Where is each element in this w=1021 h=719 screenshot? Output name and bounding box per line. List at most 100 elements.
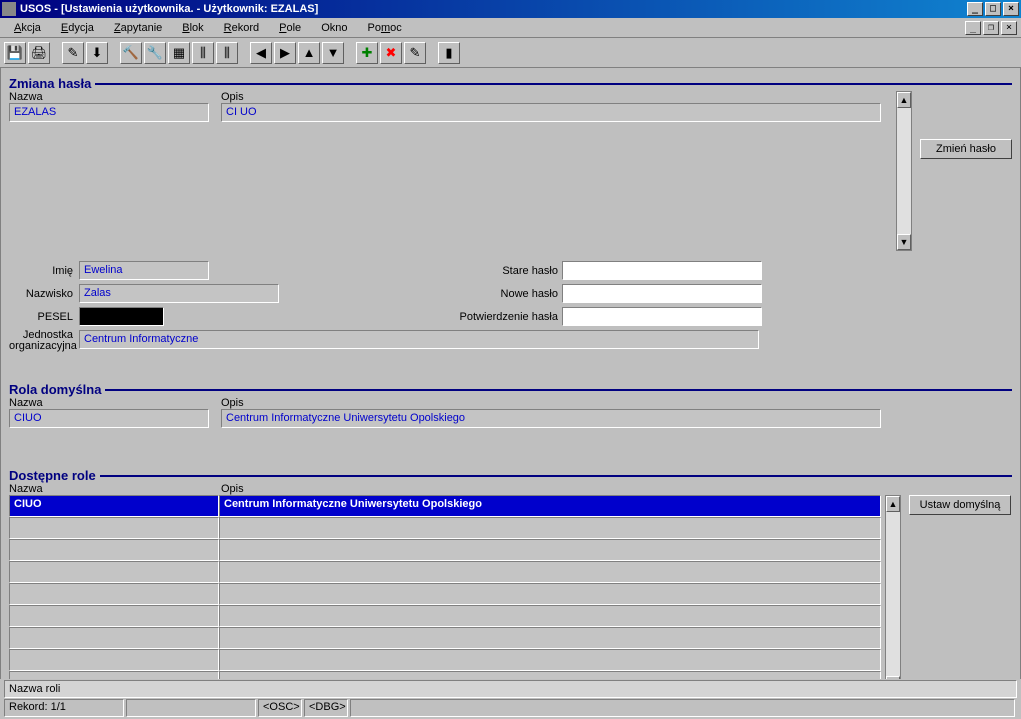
menu-pomoc[interactable]: Pomoc [357,20,411,36]
role-nazwa-cell [9,605,219,627]
role-opis-cell [219,583,881,605]
rola-nazwa-label: Nazwa [9,397,221,409]
section-zmiana-header: Zmiana hasła [9,76,1012,91]
prev-icon[interactable]: ◀ [250,42,272,64]
table-row[interactable] [9,627,885,649]
add-icon[interactable]: ✚ [356,42,378,64]
scroll-up-icon[interactable]: ▲ [886,496,900,512]
imie-field[interactable]: Ewelina [79,261,209,280]
menu-edycja[interactable]: Edycja [51,20,104,36]
status-message: Nazwa roli [4,680,1017,698]
menu-akcja[interactable]: Akcja [4,20,51,36]
nazwa-label: Nazwa [9,91,221,103]
menu-bar: Akcja Edycja Zapytanie Blok Rekord Pole … [0,18,1021,38]
next-icon[interactable]: ▶ [274,42,296,64]
print-icon[interactable]: 🖨 [28,42,50,64]
role-opis-cell [219,539,881,561]
role-opis-cell [219,561,881,583]
jednostka-label: Jednostkaorganizacyjna [9,330,79,352]
role-nazwa-cell [9,649,219,671]
tool2-icon[interactable]: 🔧 [144,42,166,64]
scroll-up-icon[interactable]: ▲ [897,92,911,108]
mdi-close-button[interactable]: × [1001,21,1017,35]
table-row[interactable] [9,517,885,539]
nazwisko-label: Nazwisko [9,288,79,300]
status-dbg: <DBG> [304,699,348,717]
save-icon[interactable]: 💾 [4,42,26,64]
stare-label: Stare hasło [442,265,562,277]
pesel-label: PESEL [9,311,79,323]
zmien-haslo-button[interactable]: Zmień hasło [920,139,1012,159]
status-rekord: Rekord: 1/1 [4,699,124,717]
dostepne-opis-label: Opis [221,483,892,495]
role-nazwa-cell [9,561,219,583]
role-opis-cell [219,605,881,627]
potw-haslo-input[interactable] [562,307,762,326]
role-nazwa-cell [9,517,219,539]
role-nazwa-cell: CIUO [9,495,219,517]
bars-icon[interactable]: ⫼ [192,42,214,64]
up-icon[interactable]: ▲ [298,42,320,64]
rola-opis-label: Opis [221,397,892,409]
role-opis-cell [219,627,881,649]
imie-label: Imię [9,265,79,277]
pesel-field[interactable] [79,307,164,326]
section-rola-header: Rola domyślna [9,382,1012,397]
menu-pole[interactable]: Pole [269,20,311,36]
roles-scrollbar[interactable]: ▲ ▼ [885,495,901,693]
menu-blok[interactable]: Blok [172,20,213,36]
search-icon[interactable]: 🔨 [120,42,142,64]
table-row[interactable] [9,583,885,605]
rola-opis-field[interactable]: Centrum Informatyczne Uniwersytetu Opols… [221,409,881,428]
table-row[interactable] [9,649,885,671]
table-row[interactable] [9,561,885,583]
bars2-icon[interactable]: ⫼ [216,42,238,64]
table-row[interactable] [9,605,885,627]
status-empty2 [350,699,1015,717]
role-opis-cell [219,649,881,671]
nowe-haslo-input[interactable] [562,284,762,303]
wand-icon[interactable]: ✎ [404,42,426,64]
minimize-button[interactable]: _ [967,2,983,16]
role-nazwa-cell [9,539,219,561]
rola-nazwa-field[interactable]: CIUO [9,409,209,428]
delete-icon[interactable]: ✖ [380,42,402,64]
role-nazwa-cell [9,583,219,605]
zmiana-scrollbar[interactable]: ▲ ▼ [896,91,912,251]
flag-icon[interactable]: ▮ [438,42,460,64]
menu-zapytanie[interactable]: Zapytanie [104,20,172,36]
nazwisko-field[interactable]: Zalas [79,284,279,303]
status-bar: Nazwa roli Rekord: 1/1 <OSC> <DBG> [0,679,1021,719]
mdi-restore-button[interactable]: ❐ [983,21,999,35]
opis-field[interactable]: CI UO [221,103,881,122]
scroll-down-icon[interactable]: ▼ [897,234,911,250]
status-empty1 [126,699,256,717]
status-osc: <OSC> [258,699,302,717]
maximize-button[interactable]: □ [985,2,1001,16]
close-button[interactable]: × [1003,2,1019,16]
opis-label: Opis [221,91,892,103]
edit-icon[interactable]: ✎ [62,42,84,64]
chart-icon[interactable]: ▦ [168,42,190,64]
table-row[interactable] [9,539,885,561]
toolbar: 💾 🖨 ✎ ⬇ 🔨 🔧 ▦ ⫼ ⫼ ◀ ▶ ▲ ▼ ✚ ✖ ✎ ▮ [0,38,1021,68]
nowe-label: Nowe hasło [442,288,562,300]
roles-table: CIUOCentrum Informatyczne Uniwersytetu O… [9,495,885,693]
potw-label: Potwierdzenie hasła [442,311,562,323]
section-dostepne-header: Dostępne role [9,468,1012,483]
dostepne-nazwa-label: Nazwa [9,483,221,495]
nazwa-field[interactable]: EZALAS [9,103,209,122]
jednostka-field[interactable]: Centrum Informatyczne [79,330,759,349]
stare-haslo-input[interactable] [562,261,762,280]
title-bar: USOS - [Ustawienia użytkownika. - Użytko… [0,0,1021,18]
down2-icon[interactable]: ▼ [322,42,344,64]
table-row[interactable]: CIUOCentrum Informatyczne Uniwersytetu O… [9,495,885,517]
down-icon[interactable]: ⬇ [86,42,108,64]
content-area: Zmiana hasła Nazwa EZALAS Opis CI UO ▲ ▼… [0,68,1021,680]
ustaw-domyslna-button[interactable]: Ustaw domyślną [909,495,1011,515]
window-title: USOS - [Ustawienia użytkownika. - Użytko… [20,3,967,15]
app-icon [2,2,16,16]
menu-okno[interactable]: Okno [311,20,357,36]
mdi-minimize-button[interactable]: _ [965,21,981,35]
menu-rekord[interactable]: Rekord [214,20,269,36]
